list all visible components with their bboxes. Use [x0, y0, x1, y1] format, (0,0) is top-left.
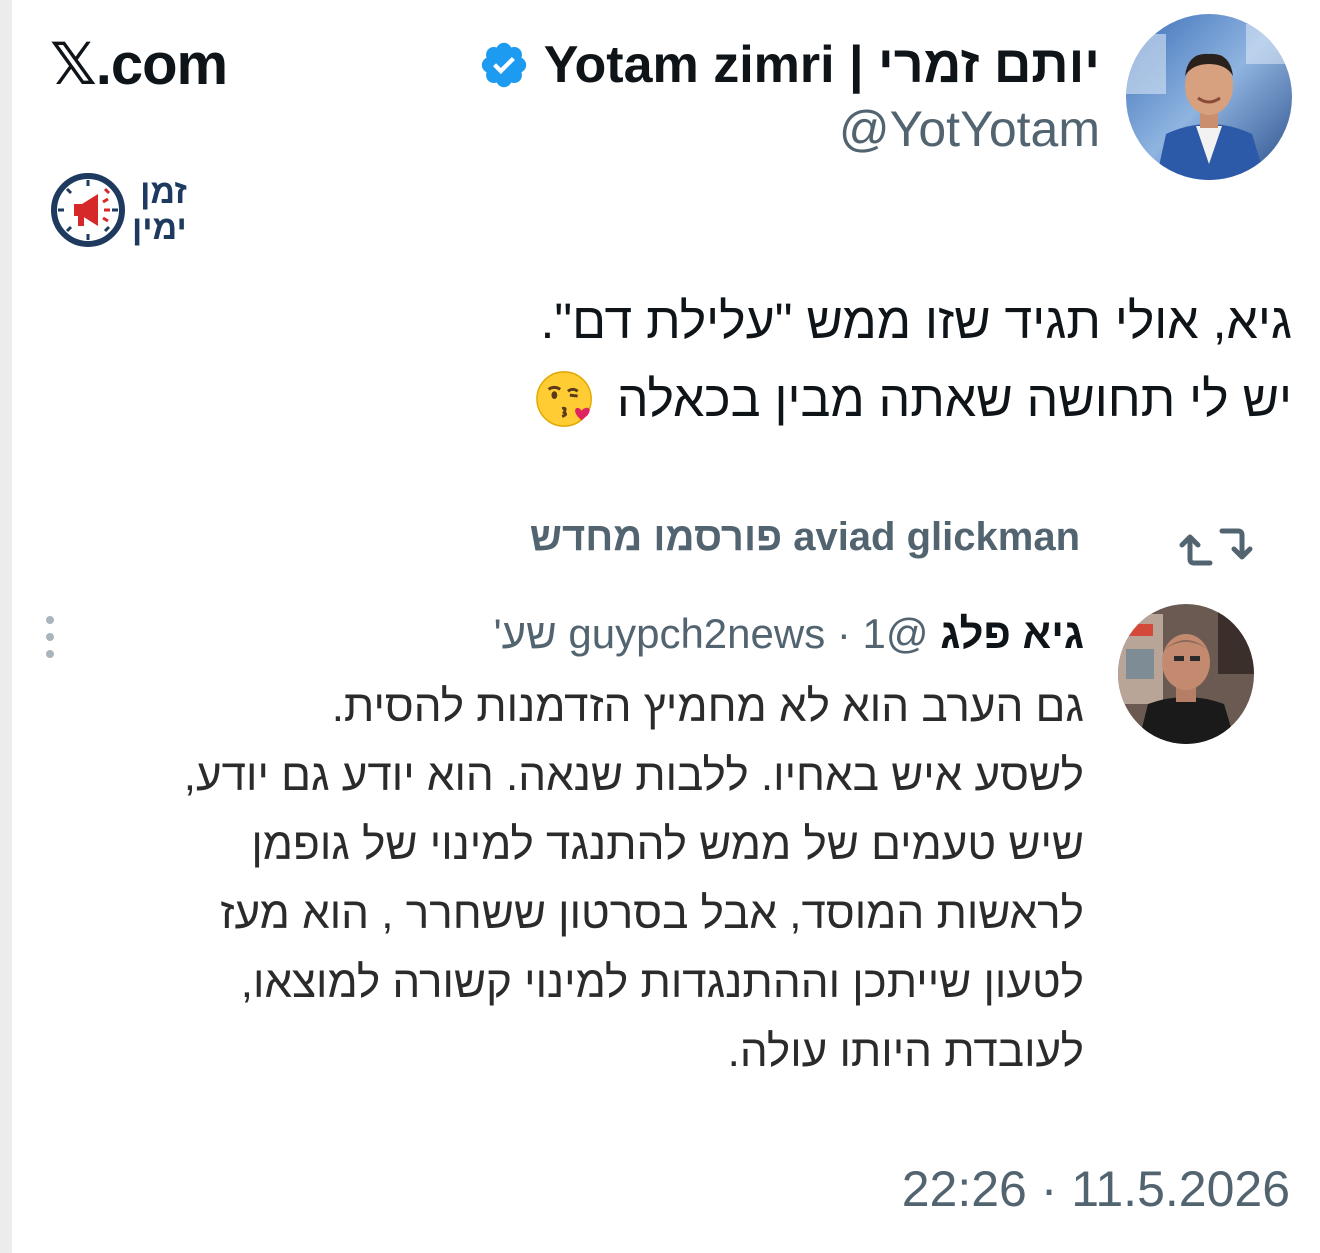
tweet-line-1: גיא, אולי תגיד שזו ממש "עלילת דם".: [540, 293, 1292, 349]
more-options-icon[interactable]: [40, 612, 60, 662]
quoted-author-avatar-image: [1118, 604, 1254, 744]
tweet-timestamp[interactable]: 22:26 · 11.5.2026: [902, 1160, 1290, 1218]
brand-line-1: זמן: [140, 173, 187, 211]
author-line: יותם זמרי | Yotam zimri: [478, 30, 1100, 100]
tweet-screenshot: 𝕏.com יותם זמרי | Yotam zimri @YotYotam …: [0, 0, 1320, 1253]
tweet-line-2-text: יש לי תחושה שאתה מבין בכאלה: [616, 371, 1292, 427]
quoted-author-meta[interactable]: @guypch2news · 1 שע': [494, 610, 929, 657]
author-handle[interactable]: @YotYotam: [839, 100, 1100, 158]
left-edge-divider: [0, 0, 12, 1253]
brand-logo: זמן ימין: [50, 172, 187, 248]
repost-attribution: aviad glickman פורסמו מחדש: [529, 515, 1080, 559]
tweet-text: גיא, אולי תגיד שזו ממש "עלילת דם". יש לי…: [192, 282, 1292, 438]
repost-icon: [1179, 528, 1253, 566]
author-avatar[interactable]: [1126, 14, 1292, 180]
quoted-line-3: שיש טעמים של ממש להתנגד למינוי של גופמן: [251, 820, 1084, 869]
author-avatar-image: [1126, 14, 1292, 180]
face-blowing-kiss-icon: [536, 371, 592, 427]
quoted-line-4: לראשות המוסד, אבל בסרטון ששחרר , הוא מעז: [220, 889, 1084, 938]
author-name[interactable]: יותם זמרי | Yotam zimri: [544, 35, 1100, 95]
verified-badge-icon: [481, 42, 526, 88]
brand-line-2: ימין: [132, 209, 187, 247]
quoted-line-6: לעובדת היותו עולה.: [727, 1027, 1084, 1076]
quoted-line-2: לשסע איש באחיו. ללבות שנאה. הוא יודע גם …: [183, 751, 1084, 800]
site-logo[interactable]: 𝕏.com: [50, 30, 228, 98]
clock-megaphone-icon: [51, 173, 125, 247]
tweet-line-2: יש לי תחושה שאתה מבין בכאלה: [192, 360, 1292, 438]
quoted-line-5: לטעון שייתכן וההתנגדות למינוי קשורה למוצ…: [240, 958, 1084, 1007]
brand-text: זמן ימין: [132, 174, 187, 246]
quoted-author-name[interactable]: גיא פלג: [940, 610, 1084, 657]
quoted-author-avatar[interactable]: [1118, 604, 1254, 744]
quoted-header: גיא פלג @guypch2news · 1 שע': [494, 604, 1084, 664]
quoted-line-1: גם הערב הוא לא מחמיץ הזדמנות להסית.: [331, 682, 1084, 731]
quoted-text: גם הערב הוא לא מחמיץ הזדמנות להסית. לשסע…: [44, 672, 1084, 1086]
